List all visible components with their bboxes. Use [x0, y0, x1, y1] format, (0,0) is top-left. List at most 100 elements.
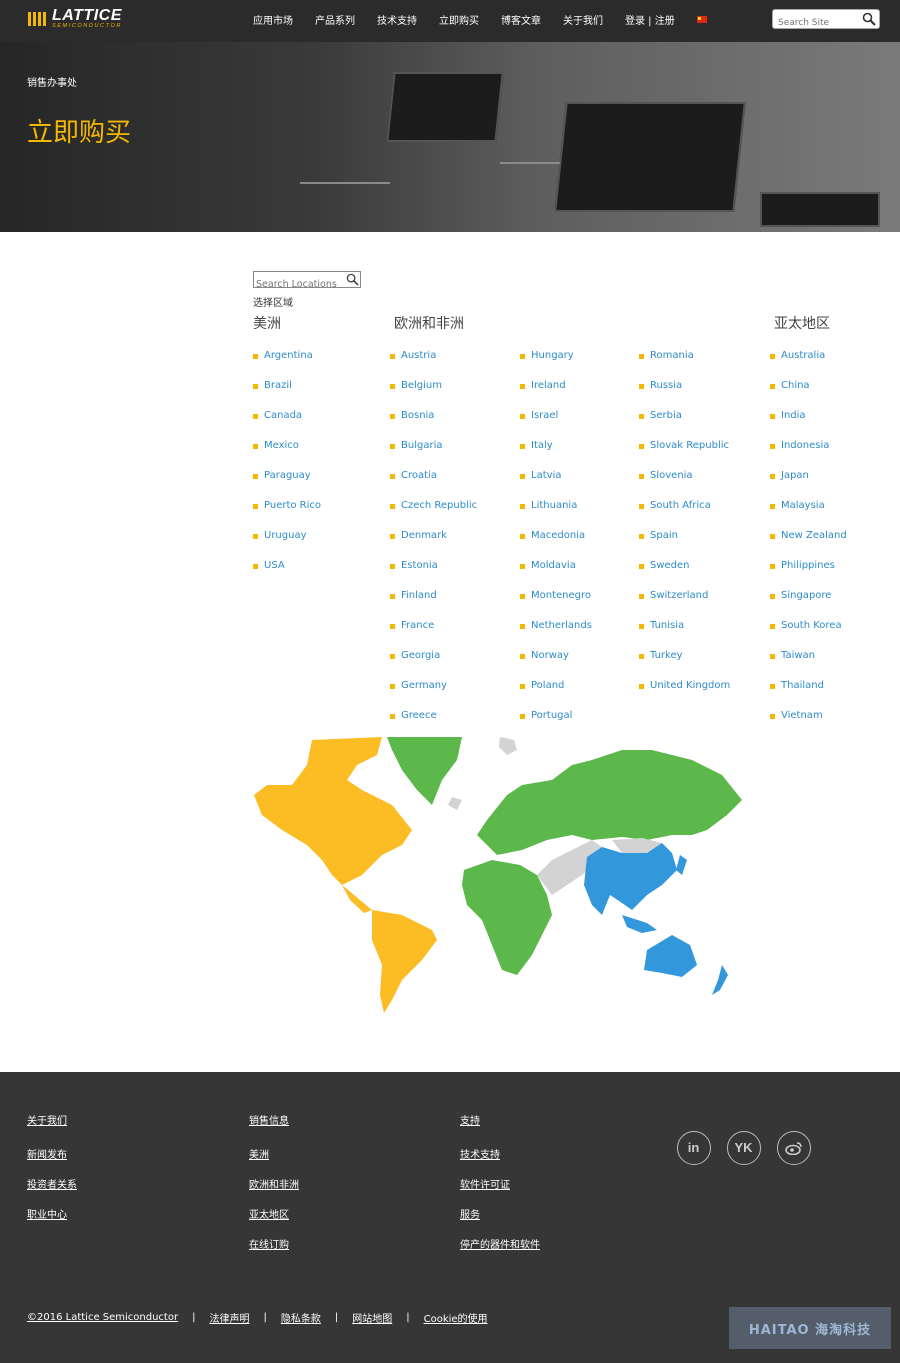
sitemap-link[interactable]: 网站地图	[352, 1310, 392, 1325]
country-link[interactable]: Israel	[531, 409, 558, 423]
country-link[interactable]: Brazil	[264, 379, 292, 393]
privacy-link[interactable]: 隐私条款	[281, 1310, 321, 1325]
country-link[interactable]: Japan	[781, 469, 809, 483]
country-link[interactable]: Malaysia	[781, 499, 825, 513]
footer-heading-sales[interactable]: 销售信息	[249, 1112, 299, 1142]
nav-blog[interactable]: 博客文章	[501, 12, 541, 27]
site-search-box[interactable]	[772, 9, 880, 32]
nav-markets[interactable]: 应用市场	[253, 12, 293, 27]
country-link[interactable]: Ireland	[531, 379, 566, 393]
cookie-link[interactable]: Cookie的使用	[424, 1310, 488, 1325]
footer-link[interactable]: 软件许可证	[460, 1176, 540, 1206]
country-link[interactable]: South Korea	[781, 619, 842, 633]
country-link[interactable]: Serbia	[650, 409, 682, 423]
map-region-apac[interactable]	[622, 915, 657, 933]
country-link[interactable]: Georgia	[401, 649, 440, 663]
country-link[interactable]: Greece	[401, 709, 437, 723]
country-link[interactable]: Turkey	[650, 649, 683, 663]
footer-link[interactable]: 服务	[460, 1206, 540, 1236]
footer-link[interactable]: 亚太地区	[249, 1206, 299, 1236]
nav-buy-now[interactable]: 立即购买	[439, 12, 479, 27]
china-flag-icon[interactable]	[696, 15, 707, 23]
country-link[interactable]: Uruguay	[264, 529, 307, 543]
nav-about[interactable]: 关于我们	[563, 12, 603, 27]
country-link[interactable]: Russia	[650, 379, 682, 393]
lattice-logo[interactable]: LATTICE SEMICONDUCTOR	[28, 8, 122, 29]
country-link[interactable]: Croatia	[401, 469, 437, 483]
country-link[interactable]: Thailand	[781, 679, 824, 693]
footer-link[interactable]: 职业中心	[27, 1206, 77, 1236]
country-link[interactable]: Czech Republic	[401, 499, 477, 513]
country-link[interactable]: Australia	[781, 349, 825, 363]
footer-link[interactable]: 在线订购	[249, 1236, 299, 1266]
map-region-emea[interactable]	[477, 750, 742, 855]
country-link[interactable]: New Zealand	[781, 529, 847, 543]
login-register-link[interactable]: 登录 | 注册	[625, 12, 675, 27]
country-link[interactable]: Bosnia	[401, 409, 434, 423]
site-search-input[interactable]	[776, 14, 860, 32]
footer-heading-support[interactable]: 支持	[460, 1112, 540, 1142]
country-link[interactable]: Estonia	[401, 559, 438, 573]
country-link[interactable]: Latvia	[531, 469, 561, 483]
country-link[interactable]: Italy	[531, 439, 553, 453]
country-link[interactable]: Singapore	[781, 589, 831, 603]
map-region-emea[interactable]	[387, 737, 462, 805]
country-link[interactable]: Hungary	[531, 349, 574, 363]
nav-support[interactable]: 技术支持	[377, 12, 417, 27]
country-link[interactable]: Switzerland	[650, 589, 708, 603]
map-region-americas[interactable]	[342, 885, 372, 913]
country-link[interactable]: Bulgaria	[401, 439, 442, 453]
search-icon[interactable]	[862, 12, 876, 26]
country-link[interactable]: Indonesia	[781, 439, 829, 453]
country-link[interactable]: Philippines	[781, 559, 835, 573]
map-region-apac[interactable]	[644, 935, 697, 977]
weibo-button[interactable]	[777, 1131, 811, 1165]
world-region-map[interactable]	[252, 735, 752, 1015]
country-link[interactable]: Canada	[264, 409, 302, 423]
map-region-apac[interactable]	[712, 965, 728, 995]
nav-products[interactable]: 产品系列	[315, 12, 355, 27]
country-link[interactable]: Germany	[401, 679, 447, 693]
country-link[interactable]: USA	[264, 559, 285, 573]
country-link[interactable]: South Africa	[650, 499, 711, 513]
country-link[interactable]: Slovenia	[650, 469, 693, 483]
country-link[interactable]: Norway	[531, 649, 569, 663]
map-region-other[interactable]	[448, 797, 462, 810]
linkedin-button[interactable]: in	[677, 1131, 711, 1165]
country-link[interactable]: Moldavia	[531, 559, 576, 573]
country-link[interactable]: Tunisia	[650, 619, 684, 633]
country-link[interactable]: Taiwan	[781, 649, 815, 663]
country-link[interactable]: Belgium	[401, 379, 442, 393]
country-link[interactable]: Poland	[531, 679, 564, 693]
footer-heading-about[interactable]: 关于我们	[27, 1112, 77, 1142]
country-link[interactable]: Netherlands	[531, 619, 592, 633]
footer-link[interactable]: 美洲	[249, 1146, 299, 1176]
footer-link[interactable]: 欧洲和非洲	[249, 1176, 299, 1206]
youku-button[interactable]: YK	[727, 1131, 761, 1165]
country-link[interactable]: Macedonia	[531, 529, 585, 543]
country-link[interactable]: Slovak Republic	[650, 439, 729, 453]
map-region-other[interactable]	[499, 737, 517, 755]
country-link[interactable]: Argentina	[264, 349, 313, 363]
legal-notice-link[interactable]: 法律声明	[209, 1310, 249, 1325]
footer-link[interactable]: 技术支持	[460, 1146, 540, 1176]
breadcrumb[interactable]: 销售办事处	[27, 74, 77, 89]
country-link[interactable]: Lithuania	[531, 499, 577, 513]
country-link[interactable]: France	[401, 619, 434, 633]
location-search-input[interactable]	[256, 277, 344, 292]
country-link[interactable]: China	[781, 379, 810, 393]
map-region-apac[interactable]	[676, 855, 687, 875]
country-link[interactable]: Denmark	[401, 529, 447, 543]
footer-link[interactable]: 停产的器件和软件	[460, 1236, 540, 1266]
country-link[interactable]: Paraguay	[264, 469, 311, 483]
map-region-americas[interactable]	[372, 910, 437, 1013]
country-link[interactable]: Montenegro	[531, 589, 591, 603]
country-link[interactable]: Sweden	[650, 559, 690, 573]
country-link[interactable]: Austria	[401, 349, 436, 363]
map-region-apac[interactable]	[584, 843, 677, 915]
country-link[interactable]: Romania	[650, 349, 694, 363]
search-icon[interactable]	[346, 273, 359, 286]
footer-link[interactable]: 新闻发布	[27, 1146, 77, 1176]
country-link[interactable]: Portugal	[531, 709, 572, 723]
footer-link[interactable]: 投资者关系	[27, 1176, 77, 1206]
